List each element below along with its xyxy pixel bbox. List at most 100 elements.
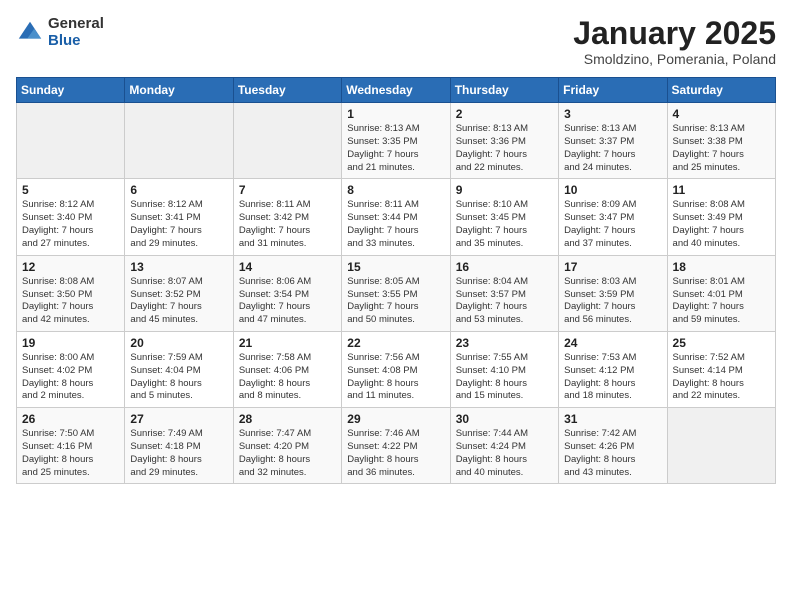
- day-number: 7: [239, 183, 336, 197]
- day-number: 21: [239, 336, 336, 350]
- day-info: Sunrise: 8:03 AM Sunset: 3:59 PM Dayligh…: [564, 276, 661, 327]
- day-number: 9: [456, 183, 553, 197]
- calendar-week-row: 1 Sunrise: 8:13 AM Sunset: 3:35 PM Daylig…: [17, 103, 776, 179]
- day-number: 11: [673, 183, 770, 197]
- day-info: Sunrise: 8:13 AM Sunset: 3:38 PM Dayligh…: [673, 123, 770, 174]
- calendar-cell: 23 Sunrise: 7:55 AM Sunset: 4:10 PM Dayli…: [450, 331, 558, 407]
- day-number: 10: [564, 183, 661, 197]
- day-info: Sunrise: 7:52 AM Sunset: 4:14 PM Dayligh…: [673, 352, 770, 403]
- day-info: Sunrise: 8:01 AM Sunset: 4:01 PM Dayligh…: [673, 276, 770, 327]
- logo: General Blue: [16, 16, 104, 49]
- calendar-cell: 8 Sunrise: 8:11 AM Sunset: 3:44 PM Daylig…: [342, 179, 450, 255]
- calendar-cell: 7 Sunrise: 8:11 AM Sunset: 3:42 PM Daylig…: [233, 179, 341, 255]
- day-info: Sunrise: 8:05 AM Sunset: 3:55 PM Dayligh…: [347, 276, 444, 327]
- day-number: 23: [456, 336, 553, 350]
- day-number: 20: [130, 336, 227, 350]
- day-number: 12: [22, 260, 119, 274]
- day-number: 24: [564, 336, 661, 350]
- weekday-header-monday: Monday: [125, 78, 233, 103]
- day-info: Sunrise: 8:11 AM Sunset: 3:44 PM Dayligh…: [347, 199, 444, 250]
- weekday-header-wednesday: Wednesday: [342, 78, 450, 103]
- calendar-cell: 30Sunrise: 7:44 AM Sunset: 4:24 PM Dayli…: [450, 408, 558, 484]
- day-number: 27: [130, 412, 227, 426]
- calendar-week-row: 19 Sunrise: 8:00 AM Sunset: 4:02 PM Dayli…: [17, 331, 776, 407]
- day-number: 29: [347, 412, 444, 426]
- month-title: January 2025: [573, 16, 776, 51]
- calendar-cell: 16 Sunrise: 8:04 AM Sunset: 3:57 PM Dayli…: [450, 255, 558, 331]
- day-info: Sunrise: 7:42 AM Sunset: 4:26 PM Dayligh…: [564, 428, 661, 479]
- day-info: Sunrise: 8:10 AM Sunset: 3:45 PM Dayligh…: [456, 199, 553, 250]
- page-header: General Blue January 2025 Smoldzino, Pom…: [16, 16, 776, 67]
- day-info: Sunrise: 7:47 AM Sunset: 4:20 PM Dayligh…: [239, 428, 336, 479]
- calendar-cell: 3Sunrise: 8:13 AM Sunset: 3:37 PM Daylig…: [559, 103, 667, 179]
- calendar-table: SundayMondayTuesdayWednesdayThursdayFrid…: [16, 77, 776, 484]
- calendar-cell: 28 Sunrise: 7:47 AM Sunset: 4:20 PM Dayli…: [233, 408, 341, 484]
- calendar-cell: 12 Sunrise: 8:08 AM Sunset: 3:50 PM Dayli…: [17, 255, 125, 331]
- logo-text: General Blue: [48, 16, 104, 49]
- day-info: Sunrise: 8:06 AM Sunset: 3:54 PM Dayligh…: [239, 276, 336, 327]
- day-number: 4: [673, 107, 770, 121]
- day-info: Sunrise: 7:55 AM Sunset: 4:10 PM Dayligh…: [456, 352, 553, 403]
- calendar-cell: [125, 103, 233, 179]
- calendar-cell: 9 Sunrise: 8:10 AM Sunset: 3:45 PM Daylig…: [450, 179, 558, 255]
- calendar-cell: 14 Sunrise: 8:06 AM Sunset: 3:54 PM Dayli…: [233, 255, 341, 331]
- calendar-cell: 29 Sunrise: 7:46 AM Sunset: 4:22 PM Dayli…: [342, 408, 450, 484]
- calendar-cell: 19 Sunrise: 8:00 AM Sunset: 4:02 PM Dayli…: [17, 331, 125, 407]
- calendar-cell: 15Sunrise: 8:05 AM Sunset: 3:55 PM Dayli…: [342, 255, 450, 331]
- day-info: Sunrise: 8:08 AM Sunset: 3:49 PM Dayligh…: [673, 199, 770, 250]
- day-number: 25: [673, 336, 770, 350]
- day-info: Sunrise: 8:11 AM Sunset: 3:42 PM Dayligh…: [239, 199, 336, 250]
- day-info: Sunrise: 8:07 AM Sunset: 3:52 PM Dayligh…: [130, 276, 227, 327]
- calendar-cell: 10 Sunrise: 8:09 AM Sunset: 3:47 PM Dayli…: [559, 179, 667, 255]
- title-block: January 2025 Smoldzino, Pomerania, Polan…: [573, 16, 776, 67]
- day-info: Sunrise: 8:00 AM Sunset: 4:02 PM Dayligh…: [22, 352, 119, 403]
- day-number: 19: [22, 336, 119, 350]
- calendar-cell: 26Sunrise: 7:50 AM Sunset: 4:16 PM Dayli…: [17, 408, 125, 484]
- day-info: Sunrise: 8:04 AM Sunset: 3:57 PM Dayligh…: [456, 276, 553, 327]
- day-info: Sunrise: 8:08 AM Sunset: 3:50 PM Dayligh…: [22, 276, 119, 327]
- calendar-cell: 17Sunrise: 8:03 AM Sunset: 3:59 PM Dayli…: [559, 255, 667, 331]
- day-number: 18: [673, 260, 770, 274]
- calendar-cell: 11 Sunrise: 8:08 AM Sunset: 3:49 PM Dayli…: [667, 179, 775, 255]
- weekday-header-friday: Friday: [559, 78, 667, 103]
- day-number: 31: [564, 412, 661, 426]
- weekday-header-saturday: Saturday: [667, 78, 775, 103]
- day-info: Sunrise: 7:46 AM Sunset: 4:22 PM Dayligh…: [347, 428, 444, 479]
- day-info: Sunrise: 8:12 AM Sunset: 3:41 PM Dayligh…: [130, 199, 227, 250]
- calendar-cell: 31 Sunrise: 7:42 AM Sunset: 4:26 PM Dayli…: [559, 408, 667, 484]
- weekday-header-tuesday: Tuesday: [233, 78, 341, 103]
- location-subtitle: Smoldzino, Pomerania, Poland: [573, 51, 776, 67]
- day-number: 22: [347, 336, 444, 350]
- logo-general-label: General: [48, 16, 104, 33]
- day-number: 6: [130, 183, 227, 197]
- day-number: 16: [456, 260, 553, 274]
- day-number: 26: [22, 412, 119, 426]
- calendar-cell: [667, 408, 775, 484]
- day-info: Sunrise: 7:56 AM Sunset: 4:08 PM Dayligh…: [347, 352, 444, 403]
- day-number: 1: [347, 107, 444, 121]
- calendar-cell: 13 Sunrise: 8:07 AM Sunset: 3:52 PM Dayli…: [125, 255, 233, 331]
- weekday-header-sunday: Sunday: [17, 78, 125, 103]
- day-number: 13: [130, 260, 227, 274]
- day-number: 5: [22, 183, 119, 197]
- day-number: 28: [239, 412, 336, 426]
- day-info: Sunrise: 7:53 AM Sunset: 4:12 PM Dayligh…: [564, 352, 661, 403]
- calendar-cell: 5Sunrise: 8:12 AM Sunset: 3:40 PM Daylig…: [17, 179, 125, 255]
- weekday-header-thursday: Thursday: [450, 78, 558, 103]
- day-number: 14: [239, 260, 336, 274]
- day-info: Sunrise: 8:13 AM Sunset: 3:37 PM Dayligh…: [564, 123, 661, 174]
- day-info: Sunrise: 8:09 AM Sunset: 3:47 PM Dayligh…: [564, 199, 661, 250]
- calendar-cell: 22 Sunrise: 7:56 AM Sunset: 4:08 PM Dayli…: [342, 331, 450, 407]
- day-info: Sunrise: 7:59 AM Sunset: 4:04 PM Dayligh…: [130, 352, 227, 403]
- calendar-cell: 20 Sunrise: 7:59 AM Sunset: 4:04 PM Dayli…: [125, 331, 233, 407]
- calendar-cell: 18 Sunrise: 8:01 AM Sunset: 4:01 PM Dayli…: [667, 255, 775, 331]
- calendar-cell: 6 Sunrise: 8:12 AM Sunset: 3:41 PM Daylig…: [125, 179, 233, 255]
- day-info: Sunrise: 8:13 AM Sunset: 3:35 PM Dayligh…: [347, 123, 444, 174]
- calendar-week-row: 26Sunrise: 7:50 AM Sunset: 4:16 PM Dayli…: [17, 408, 776, 484]
- day-number: 8: [347, 183, 444, 197]
- calendar-cell: [233, 103, 341, 179]
- calendar-cell: 24 Sunrise: 7:53 AM Sunset: 4:12 PM Dayli…: [559, 331, 667, 407]
- day-info: Sunrise: 7:58 AM Sunset: 4:06 PM Dayligh…: [239, 352, 336, 403]
- day-info: Sunrise: 8:13 AM Sunset: 3:36 PM Dayligh…: [456, 123, 553, 174]
- calendar-week-row: 12 Sunrise: 8:08 AM Sunset: 3:50 PM Dayli…: [17, 255, 776, 331]
